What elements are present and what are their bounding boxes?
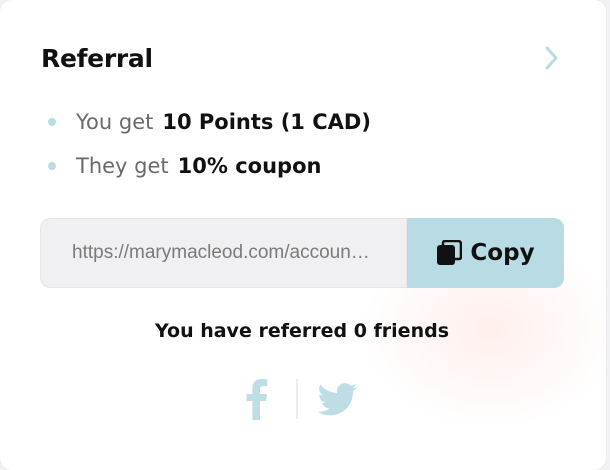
copy-label: Copy (470, 240, 535, 266)
benefits-list: You get 10 Points (1 CAD) They get 10% c… (48, 104, 371, 192)
referred-count-text: You have referred 0 friends (155, 320, 449, 342)
benefit-value: 10 Points (1 CAD) (162, 110, 371, 134)
twitter-icon[interactable] (318, 382, 358, 416)
benefit-label: They get (76, 154, 169, 178)
referral-card: Referral You get 10 Points (1 CAD) They … (0, 0, 606, 470)
referral-link-input[interactable] (40, 218, 407, 288)
bullet-dot (48, 118, 56, 126)
social-divider (296, 379, 298, 419)
facebook-icon[interactable] (246, 378, 268, 420)
referral-title: Referral (41, 43, 153, 73)
benefit-value: 10% coupon (177, 154, 322, 178)
chevron-right-icon[interactable] (544, 44, 560, 72)
referral-link-row: Copy (40, 218, 564, 288)
benefit-they-get: They get 10% coupon (48, 148, 371, 184)
benefit-you-get: You get 10 Points (1 CAD) (48, 104, 371, 140)
copy-button[interactable]: Copy (407, 218, 564, 288)
referral-header: Referral (41, 40, 560, 76)
copy-icon (437, 240, 463, 265)
benefit-label: You get (76, 110, 154, 134)
social-share (0, 376, 604, 422)
bullet-dot (48, 162, 56, 170)
